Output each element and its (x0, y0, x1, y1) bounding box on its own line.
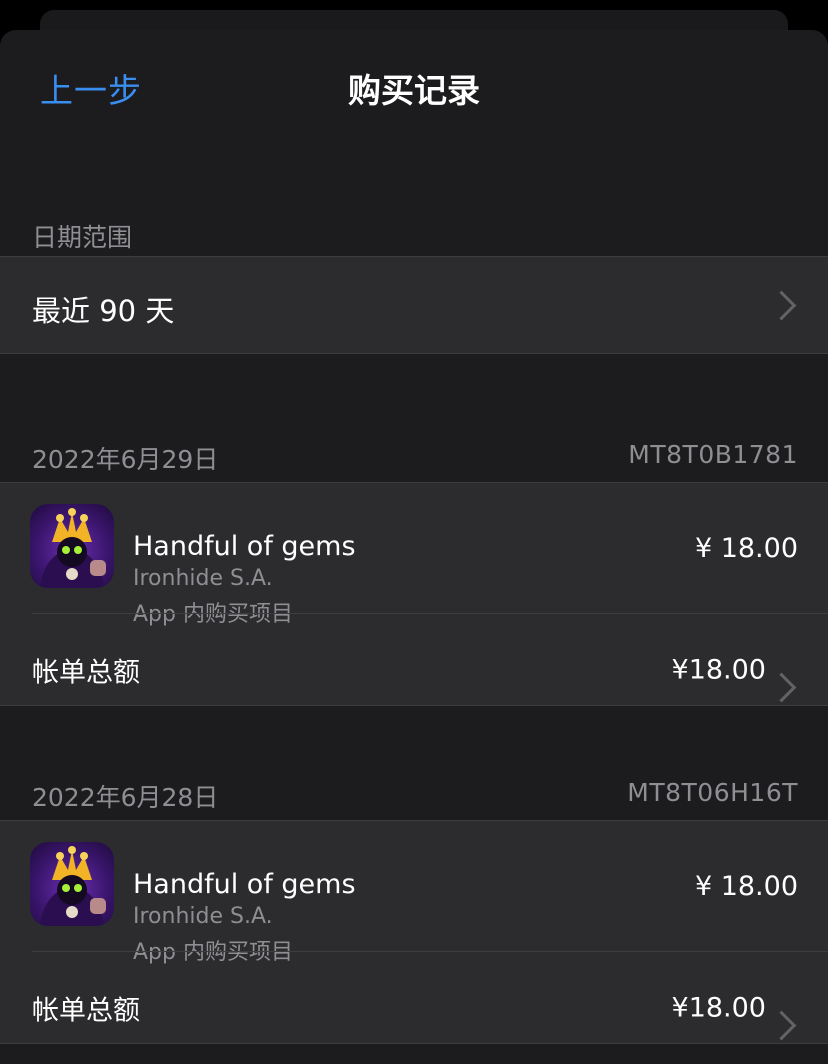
item-type: App 内购买项目 (133, 940, 293, 965)
purchase-history-sheet: 上一步 购买记录 日期范围 最近 90 天 2022年6月29日 MT8T0B1… (0, 30, 828, 1064)
item-name: Handful of gems (133, 869, 356, 900)
divider (0, 353, 828, 354)
purchase-date: 2022年6月29日 (32, 445, 219, 474)
item-developer: Ironhide S.A. (133, 904, 273, 929)
order-id: MT8T0B1781 (628, 440, 798, 469)
date-range-header: 日期范围 (32, 223, 133, 252)
app-icon-art (40, 846, 106, 926)
chevron-right-icon (766, 290, 797, 321)
bill-total-value: ¥18.00 (671, 654, 766, 686)
bill-total-label: 帐单总额 (32, 995, 140, 1027)
divider (0, 256, 828, 257)
chevron-right-icon (766, 672, 797, 703)
purchase-date: 2022年6月28日 (32, 783, 219, 812)
divider (0, 1043, 828, 1044)
item-price: ¥ 18.00 (694, 871, 798, 902)
app-icon-art (40, 508, 106, 588)
item-type: App 内购买项目 (133, 602, 293, 627)
bill-total-value: ¥18.00 (671, 992, 766, 1024)
bill-total-label: 帐单总额 (32, 657, 140, 689)
purchase-group: Handful of gems Ironhide S.A. App 内购买项目 … (0, 820, 828, 1044)
date-range-value: 最近 90 天 (32, 294, 175, 328)
item-name: Handful of gems (133, 531, 356, 562)
date-range-row[interactable]: 最近 90 天 (0, 256, 828, 354)
item-price: ¥ 18.00 (694, 533, 798, 564)
order-id: MT8T06H16T (627, 778, 798, 807)
divider (32, 613, 828, 614)
divider (0, 482, 828, 483)
chevron-right-icon (766, 1010, 797, 1041)
app-icon (30, 504, 114, 588)
divider (32, 951, 828, 952)
divider (0, 820, 828, 821)
purchase-group: Handful of gems Ironhide S.A. App 内购买项目 … (0, 482, 828, 706)
nav-bar: 上一步 购买记录 (0, 30, 828, 140)
page-title: 购买记录 (348, 71, 480, 110)
app-icon (30, 842, 114, 926)
item-developer: Ironhide S.A. (133, 566, 273, 591)
divider (0, 705, 828, 706)
